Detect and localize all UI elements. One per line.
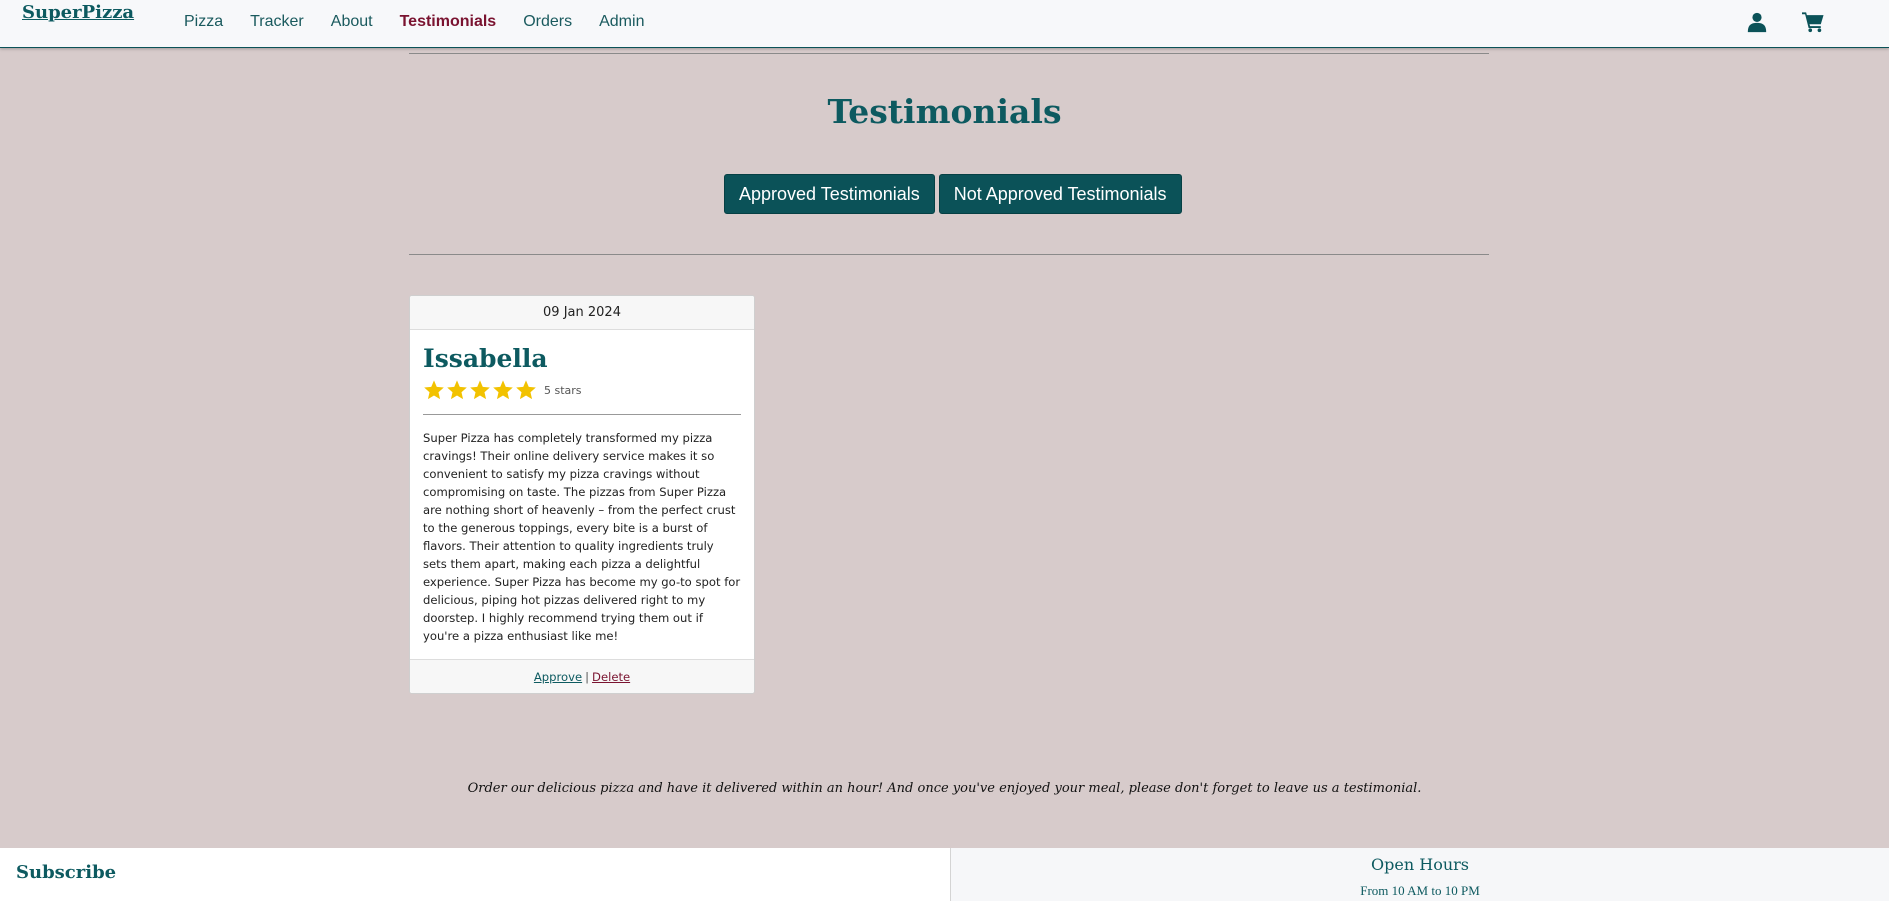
filter-buttons: Approved Testimonials Not Approved Testi… [724,174,1182,214]
approved-testimonials-button[interactable]: Approved Testimonials [724,174,935,214]
rating-label: 5 stars [544,383,582,397]
cart-icon[interactable] [1801,11,1824,33]
link-separator: | [585,670,590,684]
top-divider [409,53,1489,54]
approve-link[interactable]: Approve [534,670,582,684]
nav-item-about[interactable]: About [331,13,373,31]
card-footer: Approve | Delete [410,659,754,693]
testimonial-date: 09 Jan 2024 [410,296,754,330]
tagline: Order our delicious pizza and have it de… [467,781,1422,796]
star-icon [493,380,513,400]
section-divider [409,254,1489,255]
nav-item-tracker[interactable]: Tracker [250,13,304,31]
nav-item-testimonials[interactable]: Testimonials [400,13,497,31]
star-icon [424,380,444,400]
brand-logo[interactable]: SuperPizza [22,2,134,23]
nav-item-orders[interactable]: Orders [523,13,572,31]
page-title: Testimonials [827,92,1062,131]
open-hours-text: From 10 AM to 10 PM [1360,883,1480,898]
footer-open-hours: Open Hours From 10 AM to 10 PM [950,848,1889,901]
footer-subscribe: Subscribe [0,848,950,901]
rating: 5 stars [423,379,741,401]
card-body: Issabella 5 stars Super Pizza has comple… [410,330,754,645]
nav-item-pizza[interactable]: Pizza [184,13,223,31]
nav-icons [1746,11,1824,33]
card-divider [423,414,741,415]
star-icon [447,380,467,400]
navbar: SuperPizza Pizza Tracker About Testimoni… [0,0,1889,48]
subscribe-heading: Subscribe [16,862,117,883]
star-icon [516,380,536,400]
nav-links: Pizza Tracker About Testimonials Orders … [184,13,644,31]
testimonial-card: 09 Jan 2024 Issabella 5 stars Super Pizz… [409,295,755,694]
nav-item-admin[interactable]: Admin [599,13,644,31]
testimonial-text: Super Pizza has completely transformed m… [423,431,741,643]
open-hours-heading: Open Hours [1371,855,1469,874]
star-icon [470,380,490,400]
user-icon[interactable] [1746,11,1768,33]
not-approved-testimonials-button[interactable]: Not Approved Testimonials [938,174,1182,214]
testimonial-author: Issabella [423,344,548,373]
delete-link[interactable]: Delete [592,670,630,684]
